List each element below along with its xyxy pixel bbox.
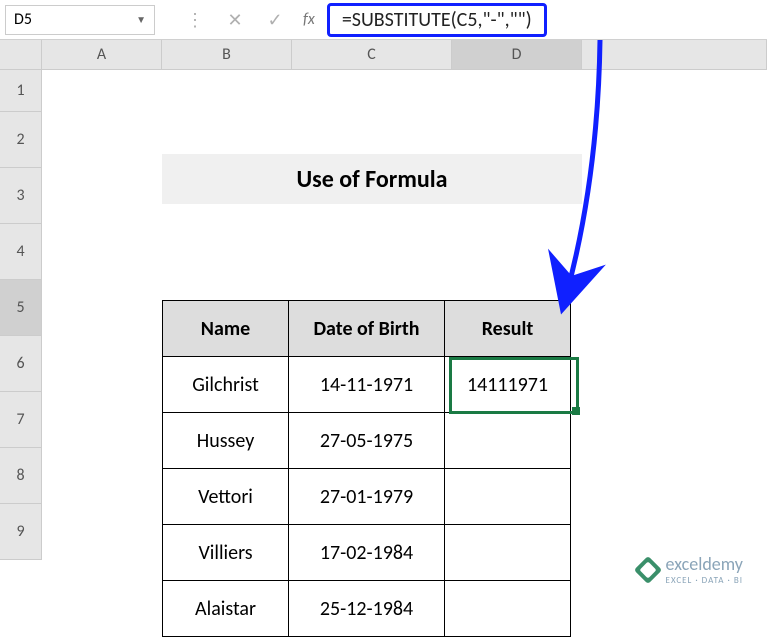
table-row: Vettori 27-01-1979: [163, 469, 571, 525]
formula-input[interactable]: =SUBSTITUTE(C5,"-",""): [327, 3, 547, 37]
name-box[interactable]: D5 ▼: [5, 5, 155, 35]
table-row: Alaistar 25-12-1984: [163, 581, 571, 637]
cell-dob[interactable]: 27-01-1979: [289, 469, 445, 525]
cell-dob[interactable]: 14-11-1971: [289, 357, 445, 413]
enter-icon[interactable]: ✓: [255, 5, 295, 35]
row-header-2[interactable]: 2: [0, 112, 42, 168]
cell-name[interactable]: Gilchrist: [163, 357, 289, 413]
cell-dob[interactable]: 17-02-1984: [289, 525, 445, 581]
logo-tagline: EXCEL · DATA · BI: [666, 575, 743, 586]
row-header-8[interactable]: 8: [0, 448, 42, 504]
cell-result[interactable]: [445, 581, 571, 637]
col-header-rest: [582, 40, 767, 69]
select-all-corner[interactable]: [0, 40, 42, 69]
cell-result[interactable]: [445, 413, 571, 469]
col-header-C[interactable]: C: [292, 40, 452, 69]
formula-text: =SUBSTITUTE(C5,"-",""): [342, 8, 532, 32]
column-headers: A B C D: [0, 40, 767, 70]
table-header-row: Name Date of Birth Result: [163, 301, 571, 357]
cell-name[interactable]: Alaistar: [163, 581, 289, 637]
dots-icon: ⋮: [175, 5, 215, 35]
row-header-5[interactable]: 5: [0, 280, 42, 336]
table-row: Hussey 27-05-1975: [163, 413, 571, 469]
cell-name[interactable]: Vettori: [163, 469, 289, 525]
col-header-D[interactable]: D: [452, 40, 582, 69]
table-row: Gilchrist 14-11-1971 14111971: [163, 357, 571, 413]
cell-name[interactable]: Villiers: [163, 525, 289, 581]
cell-result[interactable]: [445, 469, 571, 525]
chevron-down-icon[interactable]: ▼: [136, 13, 146, 26]
fx-icon[interactable]: fx: [303, 10, 315, 29]
name-box-value: D5: [14, 10, 32, 29]
cell-dob[interactable]: 27-05-1975: [289, 413, 445, 469]
col-header-B[interactable]: B: [162, 40, 292, 69]
th-dob[interactable]: Date of Birth: [289, 301, 445, 357]
th-name[interactable]: Name: [163, 301, 289, 357]
spreadsheet-grid[interactable]: A B C D 1 2 3 4 5 6 7 8 9 Use of Formula…: [0, 40, 767, 560]
cell-result[interactable]: [445, 525, 571, 581]
row-header-9[interactable]: 9: [0, 504, 42, 560]
th-result[interactable]: Result: [445, 301, 571, 357]
data-table: Name Date of Birth Result Gilchrist 14-1…: [162, 300, 571, 637]
row-header-3[interactable]: 3: [0, 168, 42, 224]
row-header-6[interactable]: 6: [0, 336, 42, 392]
sheet-title: Use of Formula: [162, 154, 582, 204]
formula-bar-row: D5 ▼ ⋮ ✕ ✓ fx =SUBSTITUTE(C5,"-",""): [0, 0, 767, 40]
cell-dob[interactable]: 25-12-1984: [289, 581, 445, 637]
logo-brand: exceldemy: [666, 553, 743, 575]
cell-result[interactable]: 14111971: [445, 357, 571, 413]
table-row: Villiers 17-02-1984: [163, 525, 571, 581]
col-header-A[interactable]: A: [42, 40, 162, 69]
row-header-7[interactable]: 7: [0, 392, 42, 448]
cell-name[interactable]: Hussey: [163, 413, 289, 469]
cancel-icon[interactable]: ✕: [215, 5, 255, 35]
logo-icon: [633, 555, 661, 583]
row-header-1[interactable]: 1: [0, 70, 42, 112]
row-header-4[interactable]: 4: [0, 224, 42, 280]
exceldemy-logo: exceldemy EXCEL · DATA · BI: [638, 553, 743, 586]
